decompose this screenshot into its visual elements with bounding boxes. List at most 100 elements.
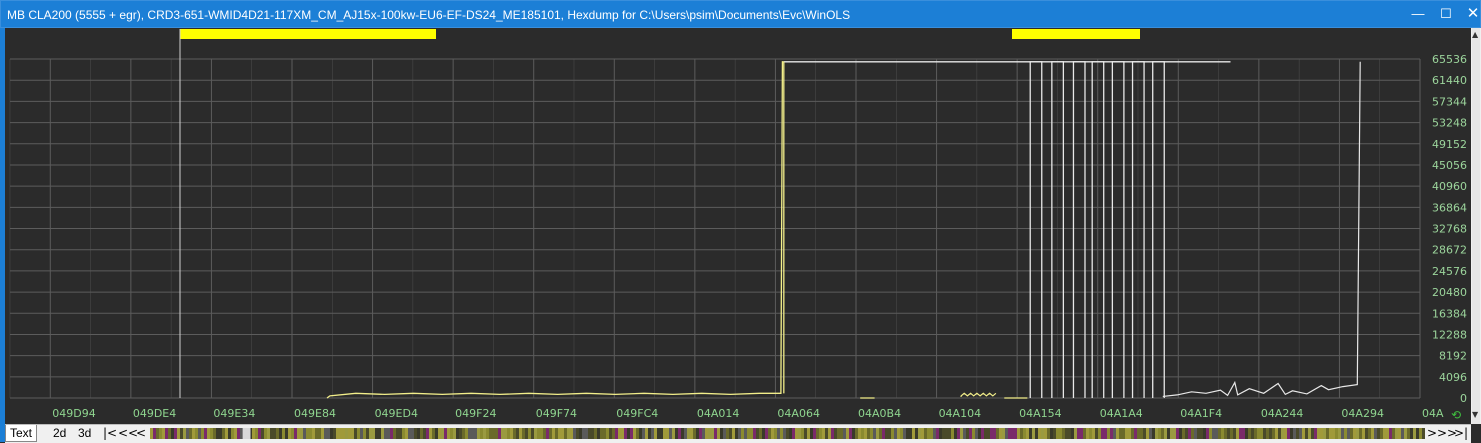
overview-strip-cell [669, 428, 672, 439]
overview-strip-thumb[interactable] [242, 428, 251, 439]
overview-strip-cell [1356, 428, 1359, 439]
overview-strip-cell [936, 428, 939, 439]
overview-strip-cell [1314, 428, 1317, 439]
overview-strip-cell [657, 428, 660, 439]
overview-strip-cell [543, 428, 546, 439]
y-tick-label: 40960 [1432, 180, 1467, 193]
overview-strip-cell [168, 428, 171, 439]
overview-strip[interactable] [150, 428, 1425, 439]
overview-strip-cell [1242, 428, 1245, 439]
overview-strip-cell [1155, 428, 1158, 439]
overview-strip-cell [162, 428, 165, 439]
overview-strip-cell [1119, 428, 1122, 439]
overview-strip-cell [1401, 428, 1404, 439]
overview-strip-cell [1341, 428, 1344, 439]
overview-strip-cell [675, 428, 678, 439]
tab-2d[interactable]: 2d [49, 425, 71, 441]
overview-strip-cell [687, 428, 690, 439]
overview-strip-cell [453, 428, 456, 439]
refresh-icon[interactable]: ⟲ [1451, 409, 1463, 421]
overview-strip-cell [399, 428, 402, 439]
nav-last-button[interactable]: >| [1454, 425, 1468, 441]
overview-strip-cell [588, 428, 591, 439]
tab-3d[interactable]: 3d [74, 425, 96, 441]
overview-strip-cell [450, 428, 453, 439]
scroll-up-icon[interactable]: ▲ [1472, 30, 1478, 39]
y-tick-label: 8192 [1439, 350, 1467, 363]
overview-strip-cell [330, 428, 333, 439]
overview-strip-cell [396, 428, 399, 439]
overview-strip-cell [978, 428, 981, 439]
overview-strip-cell [720, 428, 723, 439]
overview-strip-cell [903, 428, 906, 439]
maximize-button[interactable]: ☐ [1432, 3, 1460, 25]
overview-strip-cell [957, 428, 960, 439]
y-tick-label: 45056 [1432, 159, 1467, 172]
overview-strip-cell [1368, 428, 1371, 439]
x-tick-label: 04A0B4 [858, 407, 901, 420]
overview-strip-cell [558, 428, 561, 439]
nav-first-button[interactable]: |< [103, 425, 117, 441]
overview-strip-cell [849, 428, 852, 439]
overview-strip-cell [432, 428, 435, 439]
x-tick-label: 04A154 [1019, 407, 1062, 420]
overview-strip-cell [219, 428, 222, 439]
overview-strip-cell [210, 428, 213, 439]
overview-strip-cell [747, 428, 750, 439]
overview-strip-cell [366, 428, 369, 439]
overview-strip-cell [189, 428, 192, 439]
scroll-down-icon[interactable]: ▼ [1472, 410, 1478, 419]
overview-strip-cell [690, 428, 693, 439]
overview-strip-cell [600, 428, 603, 439]
overview-strip-cell [204, 428, 207, 439]
overview-strip-cell [1308, 428, 1311, 439]
overview-strip-cell [1332, 428, 1335, 439]
overview-strip-cell [576, 428, 579, 439]
overview-strip-cell [654, 428, 657, 439]
minimize-button[interactable]: — [1404, 3, 1432, 25]
overview-strip-cell [1278, 428, 1281, 439]
nav-forward-button[interactable]: > [1427, 425, 1437, 441]
overview-strip-cell [525, 428, 528, 439]
overview-strip-cell [780, 428, 783, 439]
overview-strip-cell [252, 428, 255, 439]
overview-strip-cell [510, 428, 513, 439]
overview-strip-cell [1176, 428, 1179, 439]
nav-back-button[interactable]: < [136, 425, 146, 441]
selection-marker [1012, 29, 1140, 39]
overview-strip-cell [231, 428, 234, 439]
overview-strip-cell [348, 428, 351, 439]
overview-strip-cell [885, 428, 888, 439]
overview-strip-cell [999, 428, 1002, 439]
overview-strip-cell [438, 428, 441, 439]
hexdump-2d-chart[interactable]: 6553661440573445324849152450564096036864… [0, 28, 1471, 424]
overview-strip-cell [795, 428, 798, 439]
y-tick-label: 24576 [1432, 265, 1467, 278]
overview-strip-cell [477, 428, 480, 439]
overview-strip-cell [1170, 428, 1173, 439]
vertical-scrollbar-thumb[interactable] [1472, 28, 1480, 424]
overview-strip-cell [1143, 428, 1146, 439]
overview-strip-cell [318, 428, 321, 439]
overview-strip-cell [789, 428, 792, 439]
overview-strip-cell [924, 428, 927, 439]
overview-strip-cell [948, 428, 951, 439]
overview-strip-cell [573, 428, 576, 439]
vertical-scrollbar[interactable] [1471, 28, 1481, 424]
overview-strip-cell [321, 428, 324, 439]
overview-strip-cell [630, 428, 633, 439]
x-tick-label: 049ED4 [375, 407, 418, 420]
overview-strip-cell [990, 428, 993, 439]
overview-strip-cell [372, 428, 375, 439]
window-title: MB CLA200 (5555 + egr), CRD3-651-WMID4D2… [7, 8, 851, 22]
overview-strip-cell [354, 428, 357, 439]
overview-strip-cell [1161, 428, 1164, 439]
tab-text[interactable]: Text [5, 425, 38, 442]
overview-strip-cell [1386, 428, 1389, 439]
overview-strip-cell [1038, 428, 1041, 439]
overview-strip-cell [309, 428, 312, 439]
x-tick-label: 04A104 [939, 407, 982, 420]
overview-strip-cell [996, 428, 999, 439]
close-button[interactable]: ✕ [1459, 3, 1481, 25]
overview-strip-cell [1083, 428, 1086, 439]
